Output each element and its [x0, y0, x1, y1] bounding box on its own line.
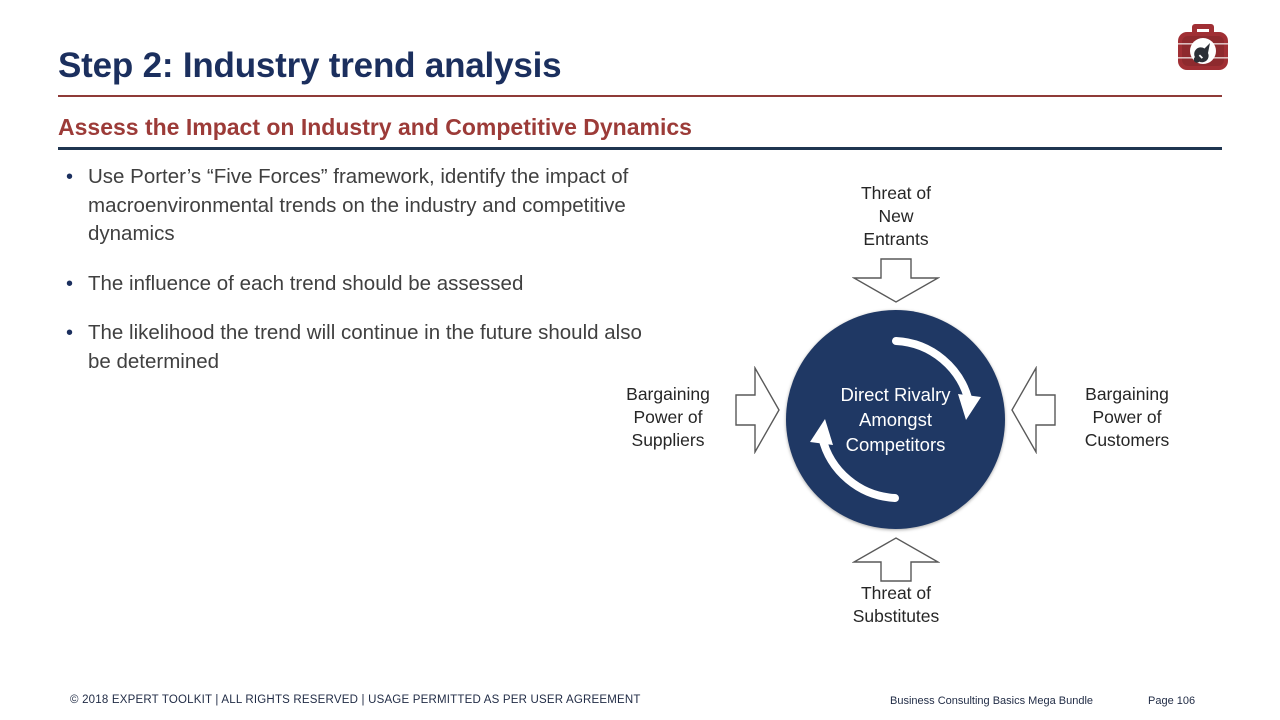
label-line: Entrants [863, 229, 929, 249]
label-line: Power of [1092, 407, 1162, 427]
list-item: • Use Porter’s “Five Forces” framework, … [60, 163, 670, 249]
bullet-list: • Use Porter’s “Five Forces” framework, … [60, 163, 670, 376]
label-line: New [878, 206, 914, 226]
bullet-dot-icon: • [66, 166, 74, 188]
arrow-up-icon [851, 536, 941, 582]
toolbox-icon [1171, 12, 1235, 76]
force-label-suppliers: Bargaining Power of Suppliers [608, 383, 728, 452]
label-line: Bargaining [1085, 384, 1169, 404]
footer-page-number: Page 106 [1148, 695, 1196, 707]
rivalry-circle [786, 310, 1005, 529]
five-forces-diagram: Threat of New Entrants Bargaining Power … [600, 170, 1200, 640]
label-line: Threat of [860, 183, 932, 203]
force-label-substitutes: Threat of Substitutes [816, 582, 976, 628]
label-line: Power of [633, 407, 703, 427]
slide-canvas: Step 2: Industry trend analysis Assess t… [0, 0, 1280, 720]
arrow-down-icon [851, 258, 941, 304]
bullet-text: Use Porter’s “Five Forces” framework, id… [88, 165, 629, 245]
footer-copyright: © 2018 EXPERT TOOLKIT | ALL RIGHTS RESER… [70, 694, 641, 706]
arrow-right-icon [735, 365, 781, 455]
force-label-new-entrants: Threat of New Entrants [816, 182, 976, 251]
footer-bundle-name: Business Consulting Basics Mega Bundle [890, 695, 1094, 707]
bullet-dot-icon: • [66, 322, 74, 344]
list-item: • The likelihood the trend will continue… [60, 319, 670, 376]
label-line: Bargaining [626, 384, 710, 404]
list-item: • The influence of each trend should be … [60, 270, 670, 299]
bullet-text: The likelihood the trend will continue i… [88, 321, 642, 373]
label-line: Customers [1084, 430, 1170, 450]
label-line: Threat of [860, 583, 932, 603]
bullet-text: The influence of each trend should be as… [88, 271, 524, 295]
label-line: Suppliers [631, 430, 705, 450]
title-divider [58, 95, 1222, 97]
page-subtitle: Assess the Impact on Industry and Compet… [58, 114, 692, 140]
page-title: Step 2: Industry trend analysis [58, 46, 562, 85]
force-label-customers: Bargaining Power of Customers [1062, 383, 1192, 452]
subtitle-divider [58, 147, 1222, 150]
arrow-left-icon [1010, 365, 1056, 455]
label-line: Substitutes [852, 606, 940, 626]
bullet-dot-icon: • [66, 272, 74, 295]
